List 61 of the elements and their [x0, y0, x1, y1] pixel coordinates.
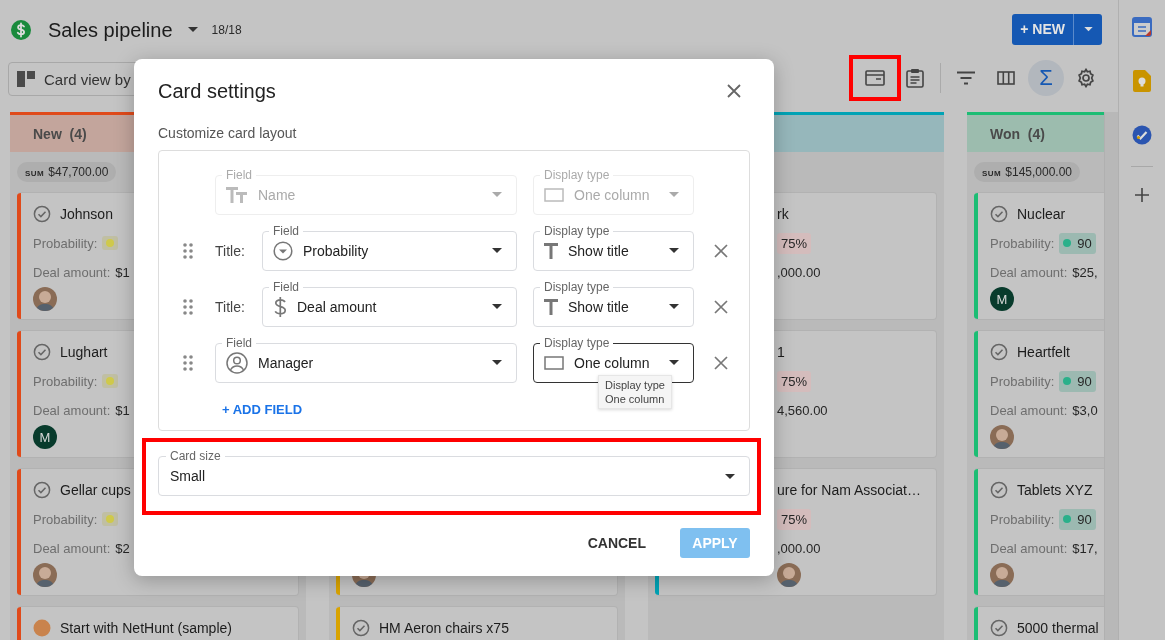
card-title: 1: [777, 344, 785, 360]
field-label: Deal amount:: [990, 264, 1068, 280]
deal-amount: ,000.00: [777, 540, 821, 556]
probability-value: 90: [1077, 373, 1092, 389]
probability-value: 90: [1077, 511, 1092, 527]
deal-amount: $1: [115, 402, 130, 418]
title-label: Title:: [215, 298, 246, 317]
deal-amount: ,000.00: [777, 264, 821, 280]
field-label: Display type: [543, 336, 611, 350]
sum-label: SUM: [982, 169, 1002, 178]
card-title: Gellar cups: [60, 482, 131, 498]
field-label: Probability:: [990, 235, 1055, 251]
sum-value: $145,000.00: [1005, 165, 1072, 179]
column-title: Won (4): [990, 125, 1045, 142]
card-title: ure for Nam Associat…: [777, 482, 921, 498]
deal-amount: $3,0: [1072, 402, 1098, 418]
probability-chip: 75%: [777, 370, 812, 392]
field-label: Probability:: [33, 235, 98, 251]
card-title: Tablets XYZ: [1017, 482, 1093, 498]
probability-chip: 75%: [777, 508, 812, 530]
deal-amount: $17,: [1072, 540, 1098, 556]
deal-amount: $25,: [1072, 264, 1098, 280]
pipeline-title: Sales pipeline: [48, 18, 173, 42]
column-title: New (4): [33, 125, 87, 142]
card-title: Nuclear: [1017, 206, 1066, 222]
deal-amount: $1: [115, 264, 130, 280]
field-label: Deal amount:: [990, 402, 1068, 418]
card-title: HM Aeron chairs x75: [379, 620, 509, 636]
field-label: Display type: [543, 168, 611, 182]
title-label: Title:: [215, 242, 246, 261]
field-label: Probability:: [33, 511, 98, 527]
field-label: Deal amount:: [33, 540, 111, 556]
field-label: Display type: [543, 280, 611, 294]
field-label: Field: [272, 224, 300, 238]
field-label: Field: [225, 168, 253, 182]
deal-amount: 4,560.00: [777, 402, 828, 418]
field-label: Probability:: [33, 373, 98, 389]
card-title: Johnson: [60, 206, 113, 222]
probability-value: 90: [1077, 235, 1092, 251]
field-label: Field: [272, 280, 300, 294]
avatar: M: [990, 287, 1014, 311]
field-label: Deal amount:: [990, 540, 1068, 556]
deal-amount: $2: [115, 540, 130, 556]
field-label: Field: [225, 336, 253, 350]
card-title: 5000 thermal: [1017, 620, 1099, 636]
card-title: Heartfelt: [1017, 344, 1070, 360]
field-label: Deal amount:: [33, 402, 111, 418]
field-label: Display type: [543, 224, 611, 238]
card-title: Lughart: [60, 344, 108, 360]
field-label: Probability:: [990, 373, 1055, 389]
sum-value: $47,700.00: [48, 165, 109, 179]
avatar: M: [33, 425, 57, 449]
field-label: Card size: [169, 449, 222, 463]
card-title: Start with NetHunt (sample): [60, 620, 232, 636]
section-label: Customize card layout: [158, 125, 298, 141]
record-count: 18/18: [211, 23, 242, 37]
sum-label: SUM: [25, 169, 45, 178]
probability-chip: 75%: [777, 232, 812, 254]
card-title: rk: [777, 206, 789, 222]
field-label: Deal amount:: [33, 264, 111, 280]
field-label: Probability:: [990, 511, 1055, 527]
